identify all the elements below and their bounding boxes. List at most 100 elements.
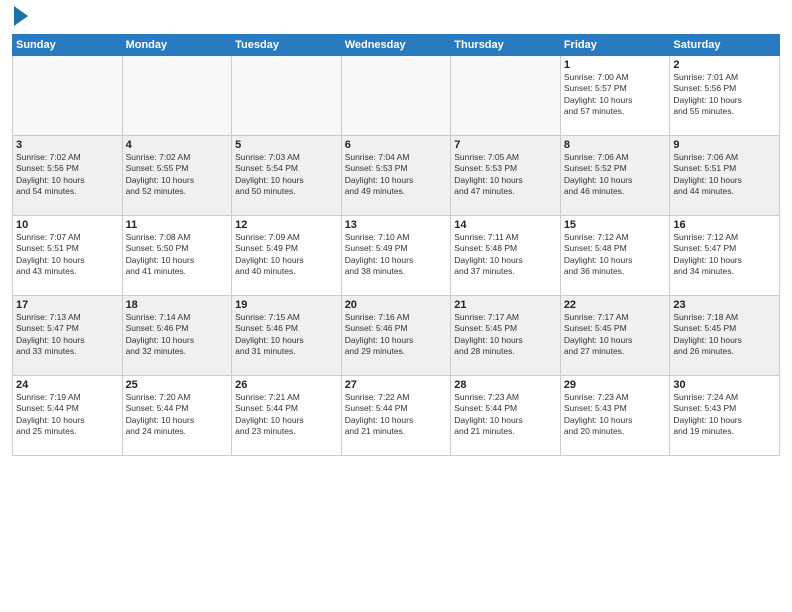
day-number: 14 [454, 219, 557, 231]
day-cell: 13Sunrise: 7:10 AM Sunset: 5:49 PM Dayli… [341, 216, 451, 296]
day-cell: 28Sunrise: 7:23 AM Sunset: 5:44 PM Dayli… [451, 376, 561, 456]
day-number: 30 [673, 379, 776, 391]
day-cell: 30Sunrise: 7:24 AM Sunset: 5:43 PM Dayli… [670, 376, 780, 456]
day-info: Sunrise: 7:14 AM Sunset: 5:46 PM Dayligh… [126, 312, 229, 358]
day-cell: 7Sunrise: 7:05 AM Sunset: 5:53 PM Daylig… [451, 136, 561, 216]
day-info: Sunrise: 7:12 AM Sunset: 5:47 PM Dayligh… [673, 232, 776, 278]
day-cell: 10Sunrise: 7:07 AM Sunset: 5:51 PM Dayli… [13, 216, 123, 296]
day-info: Sunrise: 7:17 AM Sunset: 5:45 PM Dayligh… [564, 312, 667, 358]
day-cell: 22Sunrise: 7:17 AM Sunset: 5:45 PM Dayli… [560, 296, 670, 376]
day-cell: 2Sunrise: 7:01 AM Sunset: 5:56 PM Daylig… [670, 56, 780, 136]
day-cell: 9Sunrise: 7:06 AM Sunset: 5:51 PM Daylig… [670, 136, 780, 216]
week-row-5: 24Sunrise: 7:19 AM Sunset: 5:44 PM Dayli… [13, 376, 780, 456]
day-info: Sunrise: 7:06 AM Sunset: 5:51 PM Dayligh… [673, 152, 776, 198]
day-number: 23 [673, 299, 776, 311]
day-cell: 4Sunrise: 7:02 AM Sunset: 5:55 PM Daylig… [122, 136, 232, 216]
day-info: Sunrise: 7:02 AM Sunset: 5:56 PM Dayligh… [16, 152, 119, 198]
day-cell: 14Sunrise: 7:11 AM Sunset: 5:48 PM Dayli… [451, 216, 561, 296]
day-info: Sunrise: 7:15 AM Sunset: 5:46 PM Dayligh… [235, 312, 338, 358]
day-cell: 15Sunrise: 7:12 AM Sunset: 5:48 PM Dayli… [560, 216, 670, 296]
day-info: Sunrise: 7:00 AM Sunset: 5:57 PM Dayligh… [564, 72, 667, 118]
header-cell-thursday: Thursday [451, 35, 561, 56]
day-number: 13 [345, 219, 448, 231]
day-number: 16 [673, 219, 776, 231]
header-cell-saturday: Saturday [670, 35, 780, 56]
day-info: Sunrise: 7:12 AM Sunset: 5:48 PM Dayligh… [564, 232, 667, 278]
day-number: 26 [235, 379, 338, 391]
day-info: Sunrise: 7:02 AM Sunset: 5:55 PM Dayligh… [126, 152, 229, 198]
day-number: 29 [564, 379, 667, 391]
day-cell: 23Sunrise: 7:18 AM Sunset: 5:45 PM Dayli… [670, 296, 780, 376]
day-number: 2 [673, 59, 776, 71]
day-number: 27 [345, 379, 448, 391]
day-info: Sunrise: 7:16 AM Sunset: 5:46 PM Dayligh… [345, 312, 448, 358]
day-cell: 8Sunrise: 7:06 AM Sunset: 5:52 PM Daylig… [560, 136, 670, 216]
day-cell: 3Sunrise: 7:02 AM Sunset: 5:56 PM Daylig… [13, 136, 123, 216]
day-info: Sunrise: 7:13 AM Sunset: 5:47 PM Dayligh… [16, 312, 119, 358]
header-cell-sunday: Sunday [13, 35, 123, 56]
day-number: 21 [454, 299, 557, 311]
day-cell: 5Sunrise: 7:03 AM Sunset: 5:54 PM Daylig… [232, 136, 342, 216]
day-info: Sunrise: 7:20 AM Sunset: 5:44 PM Dayligh… [126, 392, 229, 438]
day-cell: 26Sunrise: 7:21 AM Sunset: 5:44 PM Dayli… [232, 376, 342, 456]
day-cell: 18Sunrise: 7:14 AM Sunset: 5:46 PM Dayli… [122, 296, 232, 376]
day-cell [451, 56, 561, 136]
day-cell: 29Sunrise: 7:23 AM Sunset: 5:43 PM Dayli… [560, 376, 670, 456]
day-number: 22 [564, 299, 667, 311]
day-number: 10 [16, 219, 119, 231]
day-cell: 25Sunrise: 7:20 AM Sunset: 5:44 PM Dayli… [122, 376, 232, 456]
day-number: 8 [564, 139, 667, 151]
day-info: Sunrise: 7:01 AM Sunset: 5:56 PM Dayligh… [673, 72, 776, 118]
day-info: Sunrise: 7:21 AM Sunset: 5:44 PM Dayligh… [235, 392, 338, 438]
calendar-table: SundayMondayTuesdayWednesdayThursdayFrid… [12, 34, 780, 456]
day-number: 7 [454, 139, 557, 151]
day-cell [341, 56, 451, 136]
logo-arrow-icon [14, 6, 28, 26]
day-info: Sunrise: 7:18 AM Sunset: 5:45 PM Dayligh… [673, 312, 776, 358]
day-cell: 1Sunrise: 7:00 AM Sunset: 5:57 PM Daylig… [560, 56, 670, 136]
day-number: 5 [235, 139, 338, 151]
day-info: Sunrise: 7:24 AM Sunset: 5:43 PM Dayligh… [673, 392, 776, 438]
day-info: Sunrise: 7:04 AM Sunset: 5:53 PM Dayligh… [345, 152, 448, 198]
header-cell-wednesday: Wednesday [341, 35, 451, 56]
day-info: Sunrise: 7:19 AM Sunset: 5:44 PM Dayligh… [16, 392, 119, 438]
day-cell: 6Sunrise: 7:04 AM Sunset: 5:53 PM Daylig… [341, 136, 451, 216]
header-cell-friday: Friday [560, 35, 670, 56]
day-info: Sunrise: 7:23 AM Sunset: 5:44 PM Dayligh… [454, 392, 557, 438]
week-row-2: 3Sunrise: 7:02 AM Sunset: 5:56 PM Daylig… [13, 136, 780, 216]
day-cell: 12Sunrise: 7:09 AM Sunset: 5:49 PM Dayli… [232, 216, 342, 296]
header-cell-tuesday: Tuesday [232, 35, 342, 56]
logo [12, 10, 28, 26]
day-info: Sunrise: 7:05 AM Sunset: 5:53 PM Dayligh… [454, 152, 557, 198]
day-info: Sunrise: 7:23 AM Sunset: 5:43 PM Dayligh… [564, 392, 667, 438]
day-cell: 20Sunrise: 7:16 AM Sunset: 5:46 PM Dayli… [341, 296, 451, 376]
day-number: 4 [126, 139, 229, 151]
day-cell [122, 56, 232, 136]
day-info: Sunrise: 7:09 AM Sunset: 5:49 PM Dayligh… [235, 232, 338, 278]
day-number: 9 [673, 139, 776, 151]
day-cell: 19Sunrise: 7:15 AM Sunset: 5:46 PM Dayli… [232, 296, 342, 376]
day-info: Sunrise: 7:11 AM Sunset: 5:48 PM Dayligh… [454, 232, 557, 278]
header-row: SundayMondayTuesdayWednesdayThursdayFrid… [13, 35, 780, 56]
week-row-4: 17Sunrise: 7:13 AM Sunset: 5:47 PM Dayli… [13, 296, 780, 376]
day-number: 1 [564, 59, 667, 71]
day-cell [232, 56, 342, 136]
day-info: Sunrise: 7:10 AM Sunset: 5:49 PM Dayligh… [345, 232, 448, 278]
day-number: 6 [345, 139, 448, 151]
header [12, 10, 780, 26]
week-row-1: 1Sunrise: 7:00 AM Sunset: 5:57 PM Daylig… [13, 56, 780, 136]
week-row-3: 10Sunrise: 7:07 AM Sunset: 5:51 PM Dayli… [13, 216, 780, 296]
day-number: 24 [16, 379, 119, 391]
day-cell: 17Sunrise: 7:13 AM Sunset: 5:47 PM Dayli… [13, 296, 123, 376]
day-number: 11 [126, 219, 229, 231]
day-number: 19 [235, 299, 338, 311]
day-number: 18 [126, 299, 229, 311]
page-container: SundayMondayTuesdayWednesdayThursdayFrid… [0, 0, 792, 464]
day-info: Sunrise: 7:06 AM Sunset: 5:52 PM Dayligh… [564, 152, 667, 198]
day-number: 20 [345, 299, 448, 311]
day-cell [13, 56, 123, 136]
day-number: 12 [235, 219, 338, 231]
day-number: 17 [16, 299, 119, 311]
day-number: 3 [16, 139, 119, 151]
day-cell: 27Sunrise: 7:22 AM Sunset: 5:44 PM Dayli… [341, 376, 451, 456]
